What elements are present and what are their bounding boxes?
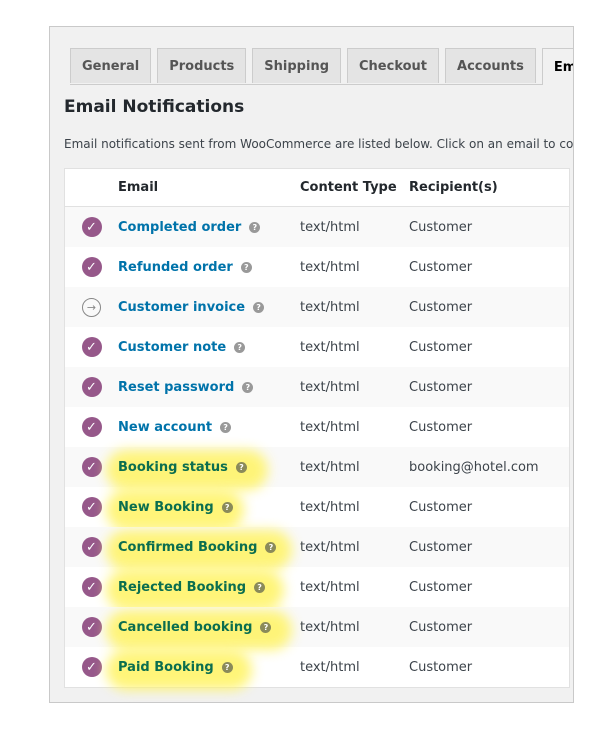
table-row: ✓ Cancelled booking ? text/html Customer <box>65 607 569 650</box>
tab-emails[interactable]: Emails <box>541 48 573 85</box>
content-type: text/html <box>300 499 360 515</box>
table-row: ✓ Paid Booking ? text/html Customer <box>65 647 569 690</box>
content-type: text/html <box>300 379 360 395</box>
email-link[interactable]: New Booking <box>118 500 214 515</box>
column-header-email: Email <box>118 180 159 195</box>
recipient: Customer <box>409 339 473 355</box>
email-notifications-table: Email Content Type Recipient(s) ✓ Comple… <box>64 168 570 690</box>
content-type: text/html <box>300 459 360 475</box>
recipient: Customer <box>409 499 473 515</box>
tab-products[interactable]: Products <box>157 48 247 83</box>
tab-checkout[interactable]: Checkout <box>347 48 440 83</box>
help-icon[interactable]: ? <box>249 221 261 233</box>
help-icon[interactable]: ? <box>265 541 277 553</box>
recipient: Customer <box>409 379 473 395</box>
recipient: Customer <box>409 619 473 635</box>
settings-tabs: General Products Shipping Checkout Accounts E… <box>70 48 573 85</box>
recipient: Customer <box>409 299 473 315</box>
email-link[interactable]: Completed order <box>118 220 241 235</box>
email-link[interactable]: Refunded order <box>118 260 233 275</box>
email-link[interactable]: Customer invoice <box>118 300 245 315</box>
table-row: ✓ Booking status ? text/html booking@hot… <box>65 447 569 490</box>
recipient: Customer <box>409 579 473 595</box>
help-icon[interactable]: ? <box>235 461 247 473</box>
email-link[interactable]: Rejected Booking <box>118 580 246 595</box>
page-title: Email Notifications <box>64 97 245 117</box>
email-link[interactable]: Cancelled booking <box>118 620 252 635</box>
tab-accounts[interactable]: Accounts <box>445 48 536 83</box>
tab-general[interactable]: General <box>70 48 152 83</box>
table-row: ✓ Refunded order ? text/html Customer <box>65 247 569 287</box>
recipient: Customer <box>409 539 473 555</box>
help-icon[interactable]: ? <box>253 301 265 313</box>
help-icon[interactable]: ? <box>242 381 254 393</box>
enabled-check-icon: ✓ <box>81 217 102 237</box>
table-row: → Customer invoice ? text/html Customer <box>65 287 569 327</box>
email-link[interactable]: Customer note <box>118 340 226 355</box>
content-type: text/html <box>300 579 360 595</box>
enabled-check-icon: ✓ <box>81 657 102 677</box>
recipient: Customer <box>409 659 473 675</box>
help-icon[interactable]: ? <box>260 621 272 633</box>
recipient: booking@hotel.com <box>409 459 539 475</box>
table-row: ✓ New account ? text/html Customer <box>65 407 569 447</box>
content-type: text/html <box>300 259 360 275</box>
recipient: Customer <box>409 419 473 435</box>
recipient: Customer <box>409 259 473 275</box>
help-icon[interactable]: ? <box>234 341 246 353</box>
enabled-check-icon: ✓ <box>81 457 102 477</box>
column-header-recipients: Recipient(s) <box>409 180 498 195</box>
help-icon[interactable]: ? <box>254 581 266 593</box>
content-type: text/html <box>300 419 360 435</box>
content-type: text/html <box>300 299 360 315</box>
email-link[interactable]: Paid Booking <box>118 660 214 675</box>
table-header: Email Content Type Recipient(s) <box>65 169 569 207</box>
enabled-check-icon: ✓ <box>81 337 102 357</box>
table-row: ✓ Confirmed Booking ? text/html Customer <box>65 527 569 570</box>
enabled-check-icon: ✓ <box>81 577 102 597</box>
content-type: text/html <box>300 619 360 635</box>
manual-arrow-icon: → <box>82 297 101 317</box>
table-row: ✓ Customer note ? text/html Customer <box>65 327 569 367</box>
table-row: ✓ Completed order ? text/html Customer <box>65 207 569 247</box>
description: Email notifications sent from WooCommerc… <box>64 137 574 151</box>
help-icon[interactable]: ? <box>240 261 252 273</box>
enabled-check-icon: ✓ <box>81 257 102 277</box>
table-row: ✓ Reset password ? text/html Customer <box>65 367 569 407</box>
table-row: ✓ Rejected Booking ? text/html Customer <box>65 567 569 610</box>
enabled-check-icon: ✓ <box>81 377 102 397</box>
enabled-check-icon: ✓ <box>81 497 102 517</box>
email-link[interactable]: Reset password <box>118 380 234 395</box>
column-header-content-type: Content Type <box>300 180 397 195</box>
help-icon[interactable]: ? <box>220 421 232 433</box>
content-type: text/html <box>300 339 360 355</box>
email-link[interactable]: Booking status <box>118 460 228 475</box>
enabled-check-icon: ✓ <box>81 617 102 637</box>
tab-shipping[interactable]: Shipping <box>252 48 341 83</box>
settings-panel: General Products Shipping Checkout Accounts E… <box>49 26 574 703</box>
enabled-check-icon: ✓ <box>81 537 102 557</box>
table-row: ✓ New Booking ? text/html Customer <box>65 487 569 530</box>
email-link[interactable]: New account <box>118 420 212 435</box>
enabled-check-icon: ✓ <box>81 417 102 437</box>
content-type: text/html <box>300 219 360 235</box>
content-type: text/html <box>300 539 360 555</box>
help-icon[interactable]: ? <box>221 661 233 673</box>
email-link[interactable]: Confirmed Booking <box>118 540 257 555</box>
content-type: text/html <box>300 659 360 675</box>
recipient: Customer <box>409 219 473 235</box>
help-icon[interactable]: ? <box>221 501 233 513</box>
